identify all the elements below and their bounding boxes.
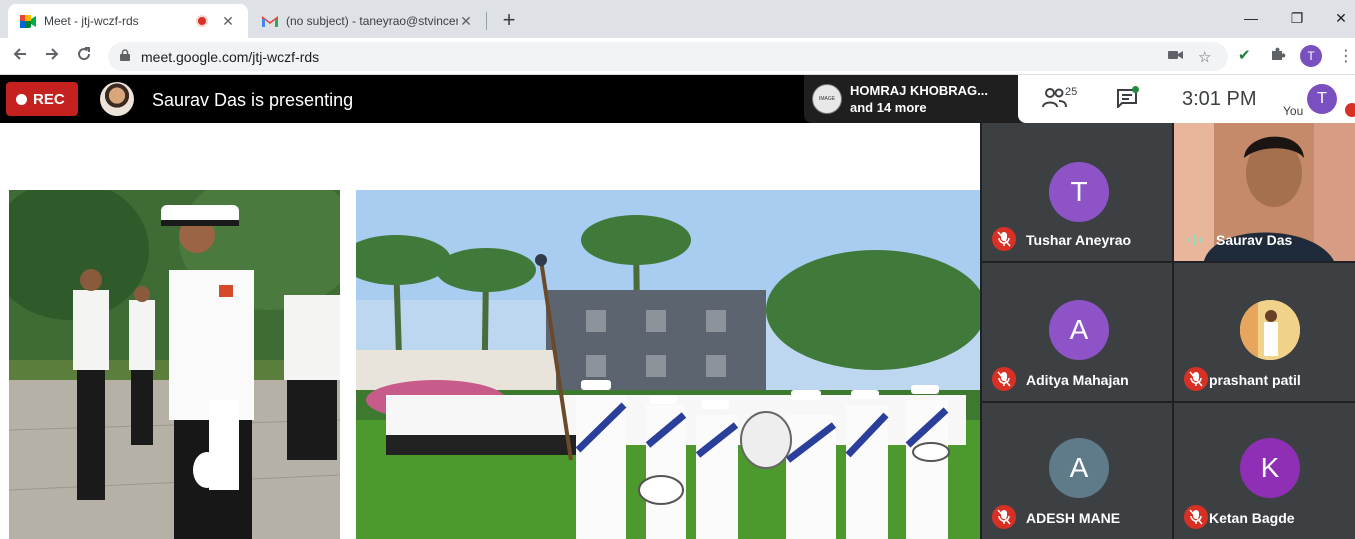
checkmark-extension-icon[interactable]: ✔: [1238, 46, 1251, 64]
reload-icon: [78, 47, 91, 61]
self-avatar[interactable]: T: [1307, 84, 1337, 114]
participant-tile[interactable]: prashant patil: [1174, 263, 1355, 401]
participant-name: prashant patil: [1209, 372, 1301, 388]
tab-title: Meet - jtj-wczf-rds: [44, 14, 139, 28]
address-bar[interactable]: meet.google.com/jtj-wczf-rds ☆: [108, 42, 1228, 71]
back-button[interactable]: [8, 44, 32, 68]
presentation-stage: [0, 123, 980, 539]
recording-label: REC: [33, 90, 65, 108]
browser-menu-icon[interactable]: ⋮: [1338, 46, 1354, 66]
arrow-left-icon: [13, 48, 26, 60]
lock-icon: [120, 49, 130, 61]
tab-gmail[interactable]: (no subject) - taneyrao@stvincent ✕: [250, 4, 486, 38]
self-muted-icon: [1345, 103, 1355, 117]
participant-tile[interactable]: A Aditya Mahajan: [982, 263, 1172, 401]
record-dot-icon: [16, 93, 27, 105]
participant-tile[interactable]: A ADESH MANE: [982, 403, 1172, 539]
gmail-icon: [262, 14, 278, 28]
presenting-status: Saurav Das is presenting: [152, 90, 354, 110]
meet-header-right: 25 3:01 PM You T: [1018, 75, 1355, 123]
people-count: 25: [1065, 86, 1078, 98]
you-label: You: [1283, 104, 1304, 118]
presenter-avatar: [100, 82, 134, 116]
tab-title: (no subject) - taneyrao@stvincent: [286, 14, 458, 28]
muted-mic-icon: [992, 505, 1016, 529]
participant-name: Saurav Das: [1216, 232, 1293, 248]
close-tab-icon[interactable]: ✕: [458, 13, 474, 30]
forward-button[interactable]: [40, 44, 64, 68]
reload-button[interactable]: [72, 44, 96, 68]
maximize-button[interactable]: ❐: [1274, 6, 1320, 30]
join-notification[interactable]: IMAGE HOMRAJ KHOBRAG... and 14 more: [804, 75, 1018, 123]
muted-mic-icon: [1184, 505, 1208, 529]
url-text: meet.google.com/jtj-wczf-rds: [141, 49, 320, 65]
muted-mic-icon: [1184, 367, 1208, 391]
recording-button[interactable]: REC: [6, 82, 78, 116]
profile-avatar[interactable]: T: [1300, 45, 1322, 67]
extensions-puzzle-icon[interactable]: [1270, 46, 1286, 66]
joiner-avatar: IMAGE: [812, 84, 842, 114]
participant-name: ADESH MANE: [1026, 510, 1121, 526]
joiner-name: HOMRAJ KHOBRAG...: [850, 83, 988, 98]
participant-avatar: A: [1049, 300, 1109, 360]
participant-name: Ketan Bagde: [1209, 510, 1295, 526]
meeting-clock: 3:01 PM: [1182, 88, 1257, 110]
participant-name: Tushar Aneyrao: [1026, 232, 1132, 248]
browser-toolbar: meet.google.com/jtj-wczf-rds ☆ ✔ T ⋮: [0, 38, 1355, 75]
arrow-right-icon: [46, 48, 59, 60]
participant-photo-avatar: [1240, 300, 1300, 360]
participant-tile[interactable]: T Tushar Aneyrao: [982, 123, 1172, 261]
participant-tile[interactable]: K Ketan Bagde: [1174, 403, 1355, 539]
presentation-photo-band: [356, 190, 980, 539]
close-window-button[interactable]: ✕: [1318, 6, 1355, 30]
close-tab-icon[interactable]: ✕: [220, 13, 236, 30]
browser-tab-strip: Meet - jtj-wczf-rds ✕ (no subject) - tan…: [0, 0, 1355, 38]
presentation-photo-cadets: [9, 190, 340, 539]
camera-icon[interactable]: [1168, 48, 1184, 65]
tab-separator: [486, 12, 487, 30]
recording-indicator-icon: [196, 15, 208, 27]
tab-meet[interactable]: Meet - jtj-wczf-rds ✕: [8, 4, 248, 38]
participant-tile[interactable]: Saurav Das: [1174, 123, 1355, 261]
speaking-indicator-icon: [1187, 234, 1202, 246]
new-tab-button[interactable]: +: [496, 8, 522, 34]
participant-avatar: K: [1240, 438, 1300, 498]
muted-mic-icon: [992, 367, 1016, 391]
bookmark-star-icon[interactable]: ☆: [1198, 48, 1211, 66]
chat-unread-dot: [1132, 86, 1139, 93]
joiner-more: and 14 more: [850, 100, 927, 115]
participant-avatar: A: [1049, 438, 1109, 498]
participant-name: Aditya Mahajan: [1026, 372, 1129, 388]
google-meet-icon: [20, 14, 36, 28]
participant-grid: T Tushar Aneyrao Saurav Das A Aditya Mah…: [980, 123, 1355, 539]
minimize-button[interactable]: —: [1228, 6, 1274, 30]
muted-mic-icon: [992, 227, 1016, 251]
participant-avatar: T: [1049, 162, 1109, 222]
